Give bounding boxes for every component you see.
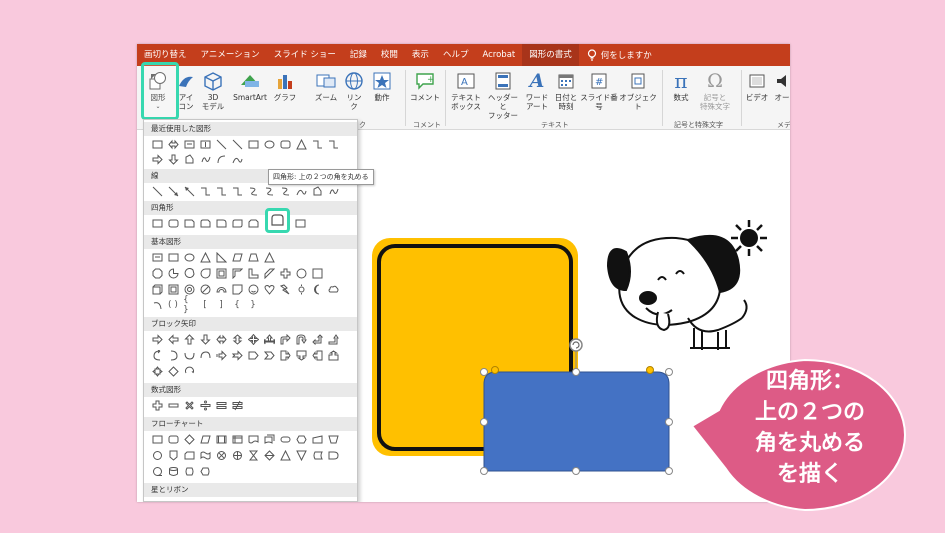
callout-text: 四角形： 上の２つの 角を丸める を描く	[712, 366, 908, 490]
callout-line-1: 四角形：	[765, 369, 854, 394]
callout-line-4: を描く	[776, 462, 843, 487]
callout-line-3: 角を丸める	[754, 431, 865, 456]
callout-line-2: 上の２つの	[754, 400, 865, 425]
